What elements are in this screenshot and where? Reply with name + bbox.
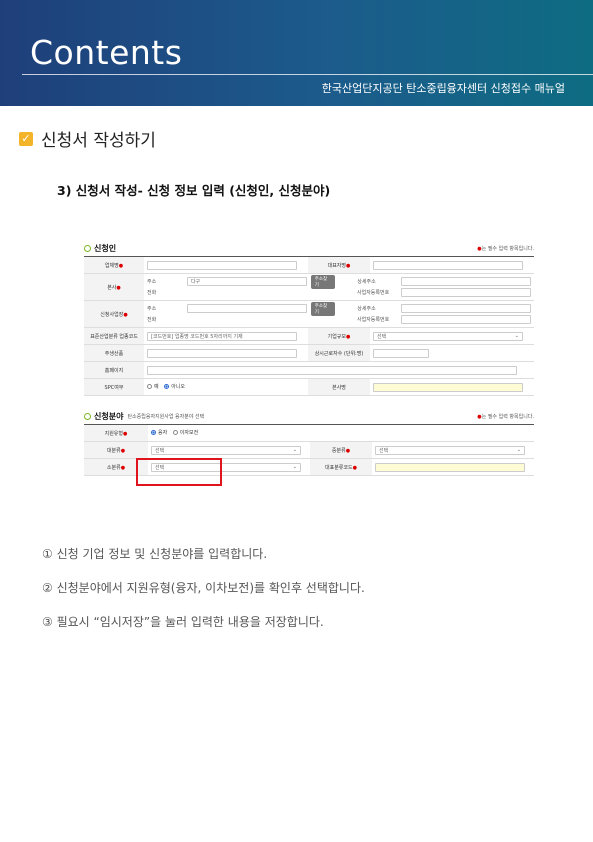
rep-code-input[interactable]	[375, 462, 525, 472]
instruction-1: ① 신청 기업 정보 및 신청분야를 입력합니다.	[42, 547, 268, 561]
instruction-2: ② 신청분야에서 지원유형(융자, 이차보전)를 확인후 선택합니다.	[42, 581, 365, 595]
loan-radio[interactable]: 융자	[151, 429, 167, 436]
table-row: 홈페이지	[84, 361, 534, 379]
instruction-3: ③ 필요시 “임시저장”을 눌러 입력한 내용을 저장합니다.	[42, 615, 324, 629]
employees-input[interactable]	[373, 348, 429, 358]
chevron-down-icon: ⌄	[514, 333, 519, 339]
chevron-down-icon: ⌄	[292, 464, 297, 470]
required-note-2: ●는 필수 입력 항목입니다.	[477, 413, 534, 420]
applicant-header: 신청인 ●는 필수 입력 항목입니다.	[84, 240, 534, 256]
table-row: SPC여부 예 아니오 본사명	[84, 378, 534, 396]
section-heading: ✓ 신청서 작성하기	[19, 126, 156, 151]
banner-title: Contents	[30, 33, 183, 72]
spc-yes-radio[interactable]: 예	[147, 383, 159, 390]
main-product-input[interactable]	[147, 348, 297, 358]
table-row: 본사● 주소 다구 주소찾기 상세주소 전화 사업자등록번호	[84, 273, 534, 301]
applicant-table: 업체명● 대표자명● 본사● 주소 다구 주소찾기 상세주소 전화 사업자등록번…	[84, 256, 534, 396]
find-address-button[interactable]: 주소찾기	[310, 274, 336, 289]
company-name-input[interactable]	[147, 260, 297, 270]
hq-detail-address-input[interactable]	[401, 277, 531, 286]
plant-address-input[interactable]	[186, 304, 307, 313]
industry-code-input[interactable]: [코드번호] 업종명 코드번호 5자리까지 기재	[147, 331, 297, 341]
table-row: 대분류● 선택 ⌄ 중분류● 선택 ⌄	[84, 441, 534, 459]
circle-bullet-icon	[84, 244, 91, 252]
find-address-button-plant[interactable]: 주소찾기	[310, 301, 336, 316]
applicant-heading: 신청인	[94, 243, 117, 253]
required-note: ●는 필수 입력 항목입니다.	[477, 245, 534, 252]
header-banner: Contents 한국산업단지공단 탄소중립융자센터 신청접수 매뉴얼	[0, 0, 593, 106]
banner-divider	[22, 74, 593, 75]
spc-no-radio[interactable]: 아니오	[164, 383, 185, 390]
form-screenshot: 신청인 ●는 필수 입력 항목입니다. 업체명● 대표자명● 본사● 주소 다구…	[84, 240, 534, 476]
circle-bullet-icon	[84, 412, 91, 420]
ceo-name-input[interactable]	[373, 260, 523, 270]
interest-subsidy-radio[interactable]: 이자보전	[172, 429, 198, 436]
hq-address-input[interactable]: 다구	[186, 277, 307, 286]
field-heading: 신청분야	[94, 411, 124, 421]
highlight-box	[136, 458, 222, 486]
table-row: 지원유형● 융자 이자보전	[84, 424, 534, 442]
chevron-down-icon: ⌄	[516, 447, 521, 453]
middle-category-select[interactable]: 선택 ⌄	[375, 445, 525, 455]
plant-detail-address-input[interactable]	[401, 304, 531, 313]
field-header: 신청분야 탄소중립융자지원사업 융자분야 선택 ●는 필수 입력 항목입니다.	[84, 408, 534, 424]
plant-bizno-input[interactable]	[401, 315, 531, 324]
chevron-down-icon: ⌄	[292, 447, 297, 453]
table-row: 표준산업분류 업종코드 [코드번호] 업종명 코드번호 5자리까지 기재 기업규…	[84, 327, 534, 345]
table-row: 업체명● 대표자명●	[84, 256, 534, 274]
banner-subtitle: 한국산업단지공단 탄소중립융자센터 신청접수 매뉴얼	[321, 82, 565, 95]
step-title: 3) 신청서 작성- 신청 정보 입력 (신청인, 신청분야)	[57, 183, 331, 198]
table-row: 신청사업장● 주소 주소찾기 상세주소 전화 사업자등록번호	[84, 300, 534, 328]
table-row: 주생산품 상시근로자수 (단위:명)	[84, 344, 534, 362]
company-scale-select[interactable]: 선택 ⌄	[373, 331, 523, 341]
hq-bizno-input[interactable]	[401, 288, 531, 297]
major-category-select[interactable]: 선택 ⌄	[151, 445, 301, 455]
section-title: 신청서 작성하기	[41, 131, 156, 151]
hq-name-input[interactable]	[373, 382, 523, 392]
checkbox-icon: ✓	[19, 131, 33, 146]
homepage-input[interactable]	[147, 365, 517, 375]
